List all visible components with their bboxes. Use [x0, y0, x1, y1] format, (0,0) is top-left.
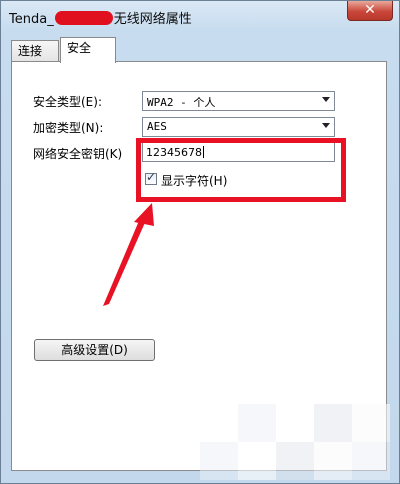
tab-connection[interactable]: 连接 [11, 40, 59, 62]
chevron-down-icon [322, 97, 330, 102]
window-title-prefix: Tenda_ [9, 12, 54, 27]
security-key-value: 12345678 [146, 146, 204, 159]
properties-window: Tenda_ 无线网络属性 ✕ 连接 安全 [0, 0, 400, 484]
show-characters-checkbox[interactable]: ✓ [145, 170, 157, 185]
redaction-mark [54, 11, 113, 25]
close-button[interactable]: ✕ [347, 1, 393, 21]
encryption-type-value: AES [147, 120, 167, 133]
window-title: Tenda_ 无线网络属性 [9, 8, 192, 27]
encryption-type-select[interactable]: AES [142, 117, 335, 137]
security-type-select[interactable]: WPA2 - 个人 [142, 91, 335, 111]
text-caret [203, 146, 204, 158]
security-key-text: 12345678 [146, 146, 202, 159]
checkmark-icon: ✓ [146, 170, 157, 184]
tab-security[interactable]: 安全 [60, 37, 116, 63]
chevron-down-icon [322, 123, 330, 128]
security-type-value: WPA2 - 个人 [147, 96, 216, 109]
title-bar: Tenda_ 无线网络属性 ✕ [1, 1, 399, 31]
show-characters-label: 显示字符(H) [161, 174, 228, 188]
window-title-suffix: 无线网络属性 [113, 12, 192, 27]
security-key-label: 网络安全密钥(K) [33, 147, 123, 161]
security-key-input[interactable]: 12345678 [142, 142, 335, 162]
advanced-settings-button[interactable]: 高级设置(D) [34, 339, 155, 361]
encryption-type-label: 加密类型(N): [33, 121, 104, 135]
security-type-label: 安全类型(E): [33, 95, 102, 109]
